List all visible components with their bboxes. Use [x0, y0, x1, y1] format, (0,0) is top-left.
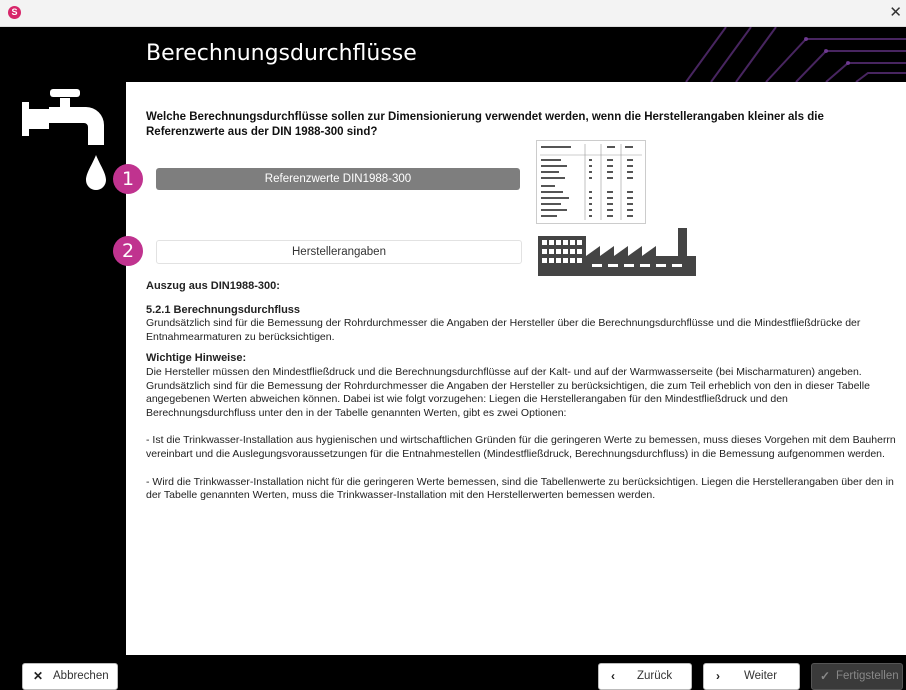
- window-titlebar: S ✕: [0, 0, 906, 27]
- left-panel: [0, 27, 126, 688]
- close-icon[interactable]: ✕: [889, 3, 902, 21]
- notes-text: Die Hersteller müssen den Mindestfließdr…: [146, 365, 870, 419]
- chevron-right-icon: ›: [716, 669, 720, 683]
- next-button[interactable]: › Weiter: [703, 663, 800, 690]
- back-button[interactable]: ‹ Zurück: [598, 663, 692, 690]
- close-icon: ✕: [33, 669, 44, 683]
- content-panel: Welche Berechnungsdurchflüsse sollen zur…: [126, 82, 906, 655]
- cancel-label: Abbrechen: [53, 670, 109, 682]
- page-title: Berechnungsdurchflüsse: [146, 41, 417, 66]
- section-text: Grundsätzlich sind für die Bemessung der…: [146, 317, 861, 343]
- finish-button[interactable]: ✓ Fertigstellen: [811, 663, 903, 690]
- option-reference-values-button[interactable]: Referenzwerte DIN1988-300: [156, 168, 520, 190]
- factory-icon: [538, 228, 696, 276]
- footer-bar: ✕ Abbrechen ‹ Zurück › Weiter ✓ Fertigst…: [0, 655, 906, 690]
- check-icon: ✓: [820, 669, 831, 683]
- question-text: Welche Berechnungsdurchflüsse sollen zur…: [146, 111, 824, 138]
- option-manufacturer-button[interactable]: Herstellerangaben: [156, 240, 522, 264]
- din-excerpt: Auszug aus DIN1988-300: 5.2.1 Berechnung…: [146, 280, 896, 511]
- option-2-badge: 2: [113, 236, 143, 266]
- back-label: Zurück: [637, 670, 673, 682]
- option-b-text: - Wird die Trinkwasser-Installation nich…: [146, 475, 894, 502]
- app-logo-icon: S: [8, 6, 21, 19]
- excerpt-heading: Auszug aus DIN1988-300:: [146, 280, 280, 292]
- din-table-thumbnail: [536, 140, 646, 224]
- finish-label: Fertigstellen: [836, 670, 899, 682]
- water-tap-icon: [22, 89, 106, 190]
- cancel-button[interactable]: ✕ Abbrechen: [22, 663, 118, 690]
- chevron-left-icon: ‹: [611, 669, 615, 683]
- header-band: Berechnungsdurchflüsse: [126, 27, 906, 82]
- next-label: Weiter: [744, 670, 778, 682]
- section-title: 5.2.1 Berechnungsdurchfluss: [146, 303, 301, 316]
- option-a-text: - Ist die Trinkwasser-Installation aus h…: [146, 434, 896, 460]
- notes-title: Wichtige Hinweise:: [146, 352, 247, 365]
- option-1-badge: 1: [113, 164, 143, 194]
